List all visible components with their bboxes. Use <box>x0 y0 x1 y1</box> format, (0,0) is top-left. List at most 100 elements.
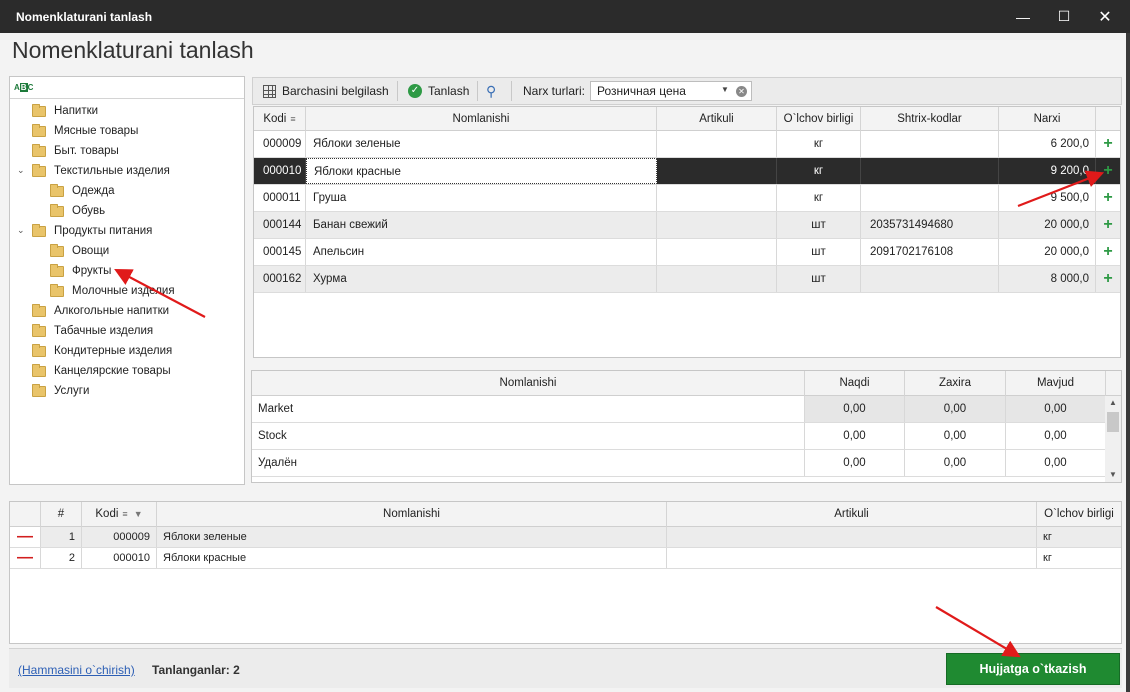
column-header-name[interactable]: Nomlanishi <box>252 371 805 396</box>
cell-code: 000144 <box>254 212 306 238</box>
column-header-number[interactable]: # <box>41 502 82 527</box>
table-row[interactable]: Market 0,00 0,00 0,00 <box>252 396 1106 423</box>
tree-item-label: Напитки <box>54 105 99 117</box>
table-row[interactable]: 000144 Банан свежий шт 2035731494680 20 … <box>254 212 1120 239</box>
tree-item-label: Табачные изделия <box>54 325 154 337</box>
grid-header: Nomlanishi Naqdi Zaxira Mavjud <box>252 371 1121 396</box>
cell-article <box>667 527 1037 547</box>
vertical-scrollbar[interactable]: ▲ ▼ <box>1105 396 1121 482</box>
table-row[interactable]: — 1 000009 Яблоки зеленые кг <box>10 527 1121 548</box>
add-item-button[interactable]: + <box>1096 185 1120 211</box>
tree-item-shoes[interactable]: Обувь <box>50 201 105 221</box>
table-row[interactable]: 000011 Груша кг 9 500,0 + <box>254 185 1120 212</box>
scrollbar-thumb[interactable] <box>1107 412 1119 432</box>
cell-article <box>657 131 777 157</box>
folder-icon <box>32 343 46 357</box>
tree-item-clothing[interactable]: Одежда <box>50 181 114 201</box>
window-border <box>1126 33 1130 692</box>
selected-count: Tanlanganlar: 2 <box>152 663 240 677</box>
search-button[interactable]: ⚲ <box>486 78 502 104</box>
cell-article <box>657 158 777 184</box>
column-header-name[interactable]: Nomlanishi <box>157 502 667 527</box>
tree-item-dairy[interactable]: Молочные изделия <box>50 281 175 301</box>
column-header-article[interactable]: Artikuli <box>667 502 1037 527</box>
column-header-unit[interactable]: O`lchov birligi <box>777 107 861 131</box>
column-header-zaxira[interactable]: Zaxira <box>905 371 1006 396</box>
remove-item-button[interactable]: — <box>10 548 41 568</box>
selected-items-grid: # Kodi ≡ ▼ Nomlanishi Artikuli O`lchov bir… <box>9 501 1122 644</box>
table-row[interactable]: Удалён 0,00 0,00 0,00 <box>252 450 1106 477</box>
folder-icon <box>50 243 64 257</box>
tree-item-label: Быт. товары <box>54 145 119 157</box>
tree-item-household[interactable]: Быт. товары <box>32 141 119 161</box>
add-item-button[interactable]: + <box>1096 131 1120 157</box>
column-header-code[interactable]: Kodi ≡ ▼ <box>82 502 157 527</box>
table-row[interactable]: 000162 Хурма шт 8 000,0 + <box>254 266 1120 293</box>
category-tree: ABC Напитки Мясные товары Быт. товары ⌄ … <box>9 76 245 485</box>
minimize-button[interactable]: — <box>1003 0 1043 33</box>
cell-name-editor[interactable]: Яблоки красные <box>306 158 657 184</box>
products-grid: Kodi ≡ Nomlanishi Artikuli O`lchov birlig… <box>253 106 1121 358</box>
tree-item-tobacco[interactable]: Табачные изделия <box>32 321 153 341</box>
cell-unit: шт <box>777 266 861 292</box>
tree-search-input[interactable]: ABC <box>10 77 244 99</box>
filter-icon[interactable]: ▼ <box>134 502 143 527</box>
tree-item-vegetables[interactable]: Овощи <box>50 241 109 261</box>
chevron-down-icon[interactable]: ⌄ <box>17 225 25 236</box>
cell-naqdi: 0,00 <box>805 423 905 449</box>
tree-item-meat[interactable]: Мясные товары <box>32 121 138 141</box>
add-item-button[interactable]: + <box>1096 212 1120 238</box>
cell-barcode <box>861 131 999 157</box>
clear-icon[interactable]: ✕ <box>736 86 747 97</box>
add-item-button[interactable]: + <box>1096 158 1120 184</box>
table-row[interactable]: Stock 0,00 0,00 0,00 <box>252 423 1106 450</box>
folder-icon <box>32 103 46 117</box>
cell-code: 000010 <box>254 158 306 184</box>
column-header-price[interactable]: Narxi <box>999 107 1096 131</box>
tree-item-label: Мясные товары <box>54 125 139 137</box>
column-header-naqdi[interactable]: Naqdi <box>805 371 905 396</box>
scroll-down-icon[interactable]: ▼ <box>1105 468 1121 482</box>
tree-item-napitki[interactable]: Напитки <box>32 101 98 121</box>
cell-unit: шт <box>777 212 861 238</box>
folder-icon <box>32 123 46 137</box>
tree-item-food[interactable]: Продукты питания <box>32 221 152 241</box>
column-header-barcode[interactable]: Shtrix-kodlar <box>861 107 999 131</box>
close-button[interactable]: ✕ <box>1085 0 1125 33</box>
choose-button[interactable]: ✓ Tanlash <box>408 78 469 104</box>
add-item-button[interactable]: + <box>1096 266 1120 292</box>
price-type-select[interactable]: Розничная цена ▼ ✕ <box>590 81 752 101</box>
transfer-to-document-button[interactable]: Hujjatga o`tkazish <box>946 653 1120 685</box>
table-row[interactable]: 000009 Яблоки зеленые кг 6 200,0 + <box>254 131 1120 158</box>
chevron-down-icon[interactable]: ▼ <box>721 85 729 94</box>
tree-item-label: Овощи <box>72 245 110 257</box>
tree-item-confectionery[interactable]: Кондитерные изделия <box>32 341 172 361</box>
tree-item-services[interactable]: Услуги <box>32 381 89 401</box>
price-type-value: Розничная цена <box>597 84 686 98</box>
table-row[interactable]: 000145 Апельсин шт 2091702176108 20 000,… <box>254 239 1120 266</box>
scroll-up-icon[interactable]: ▲ <box>1105 396 1121 410</box>
stock-grid: Nomlanishi Naqdi Zaxira Mavjud Market 0,… <box>251 370 1122 483</box>
cell-article <box>667 548 1037 568</box>
column-header-article[interactable]: Artikuli <box>657 107 777 131</box>
tree-item-alcohol[interactable]: Алкогольные напитки <box>32 301 169 321</box>
sort-icon: ≡ <box>122 509 128 519</box>
remove-item-button[interactable]: — <box>10 527 41 547</box>
cell-price: 9 500,0 <box>999 185 1096 211</box>
select-all-button[interactable]: Barchasini belgilash <box>263 78 389 104</box>
column-header-mavjud[interactable]: Mavjud <box>1006 371 1106 396</box>
table-row[interactable]: — 2 000010 Яблоки красные кг <box>10 548 1121 569</box>
table-row-selected[interactable]: 000010 Яблоки красные кг 9 200,0 + <box>254 158 1120 185</box>
column-header-code[interactable]: Kodi ≡ <box>254 107 306 131</box>
tree-item-stationery[interactable]: Канцелярские товары <box>32 361 171 381</box>
delete-all-link[interactable]: (Hammasini o`chirish) <box>18 663 135 677</box>
column-header-unit[interactable]: O`lchov birligi <box>1037 502 1121 527</box>
chevron-down-icon[interactable]: ⌄ <box>17 165 25 176</box>
tree-item-textile[interactable]: Текстильные изделия <box>32 161 170 181</box>
maximize-button[interactable]: ☐ <box>1044 0 1084 33</box>
tree-item-fruits[interactable]: Фрукты <box>50 261 111 281</box>
column-header-name[interactable]: Nomlanishi <box>306 107 657 131</box>
folder-icon <box>32 143 46 157</box>
select-all-label: Barchasini belgilash <box>282 84 389 98</box>
add-item-button[interactable]: + <box>1096 239 1120 265</box>
